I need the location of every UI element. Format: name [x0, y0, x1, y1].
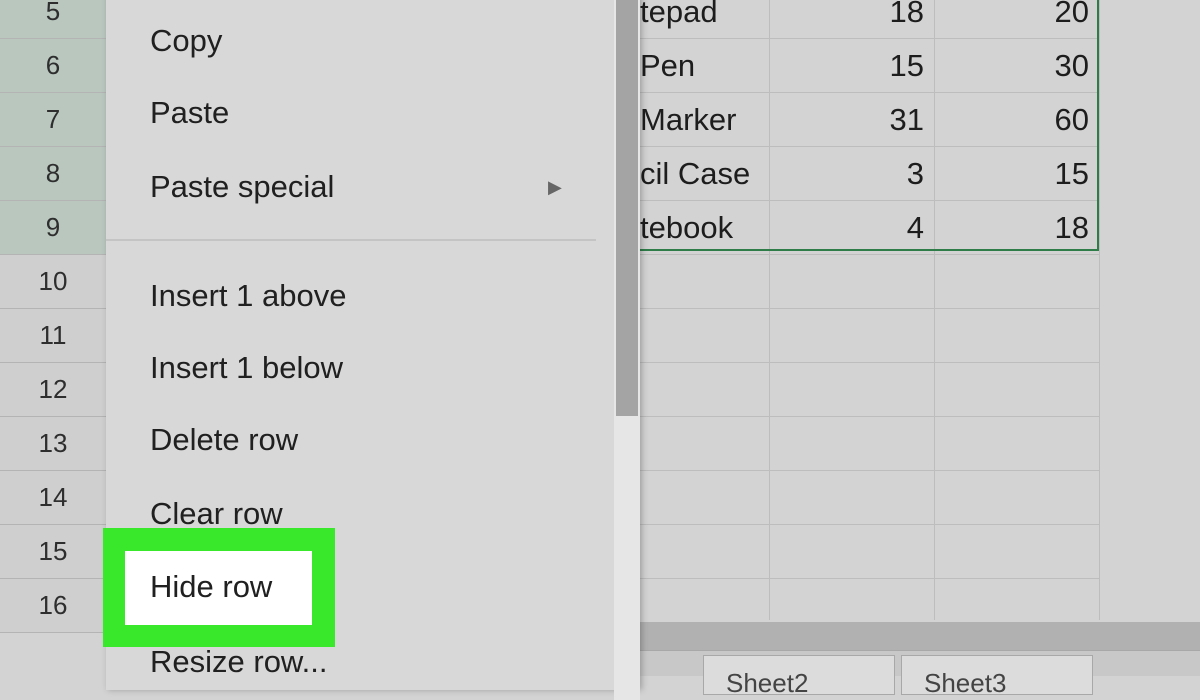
empty-cell[interactable]: [640, 471, 770, 525]
empty-cell[interactable]: [640, 579, 770, 620]
row-header-column: 5 6 7 8 9 10 11 12 13 14 15 16: [0, 0, 106, 675]
row-header-12[interactable]: 12: [0, 363, 106, 417]
menu-item-insert-below[interactable]: Insert 1 below: [150, 342, 343, 394]
empty-cell[interactable]: [770, 255, 935, 309]
empty-cell[interactable]: [770, 579, 935, 620]
row-header-14[interactable]: 14: [0, 471, 106, 525]
sheet-tab-2[interactable]: Sheet2: [703, 655, 895, 695]
empty-cell[interactable]: [935, 417, 1100, 471]
menu-scrollbar-thumb[interactable]: [616, 0, 638, 416]
empty-cell[interactable]: [770, 309, 935, 363]
menu-item-copy[interactable]: Copy: [150, 15, 222, 67]
menu-item-delete-row[interactable]: Delete row: [150, 414, 298, 466]
row-header-5[interactable]: 5: [0, 0, 106, 39]
sheet-tab-3[interactable]: Sheet3: [901, 655, 1093, 695]
empty-cell[interactable]: [640, 417, 770, 471]
row-header-7[interactable]: 7: [0, 93, 106, 147]
row-header-10[interactable]: 10: [0, 255, 106, 309]
empty-cell[interactable]: [935, 525, 1100, 579]
empty-cell[interactable]: [935, 309, 1100, 363]
empty-cell[interactable]: [770, 363, 935, 417]
empty-cell[interactable]: [935, 255, 1100, 309]
row-header-15[interactable]: 15: [0, 525, 106, 579]
row-header-16[interactable]: 16: [0, 579, 106, 633]
empty-cell[interactable]: [935, 579, 1100, 620]
menu-item-paste[interactable]: Paste: [150, 87, 229, 139]
menu-item-insert-above[interactable]: Insert 1 above: [150, 270, 346, 322]
empty-cell[interactable]: [935, 363, 1100, 417]
empty-cell[interactable]: [770, 417, 935, 471]
empty-cell[interactable]: [935, 471, 1100, 525]
row-header-9[interactable]: 9: [0, 201, 106, 255]
row-header-13[interactable]: 13: [0, 417, 106, 471]
empty-cell[interactable]: [770, 471, 935, 525]
row-header-11[interactable]: 11: [0, 309, 106, 363]
menu-item-hide-row[interactable]: Hide row: [150, 561, 272, 613]
empty-cell[interactable]: [640, 255, 770, 309]
empty-cell[interactable]: [640, 309, 770, 363]
spreadsheet-grid: tepad 18 20 Pen 15 30 Marker 31 60 cil C…: [640, 0, 1200, 620]
row-header-6[interactable]: 6: [0, 39, 106, 93]
row-header-8[interactable]: 8: [0, 147, 106, 201]
selection-range-border: [640, 0, 1099, 251]
horizontal-scrollbar[interactable]: [640, 622, 1200, 650]
submenu-arrow-icon: ▶: [548, 177, 562, 197]
empty-cell[interactable]: [640, 525, 770, 579]
empty-cell[interactable]: [770, 525, 935, 579]
menu-divider: [106, 239, 596, 241]
empty-cell[interactable]: [640, 363, 770, 417]
menu-item-paste-special[interactable]: Paste special: [150, 161, 334, 213]
